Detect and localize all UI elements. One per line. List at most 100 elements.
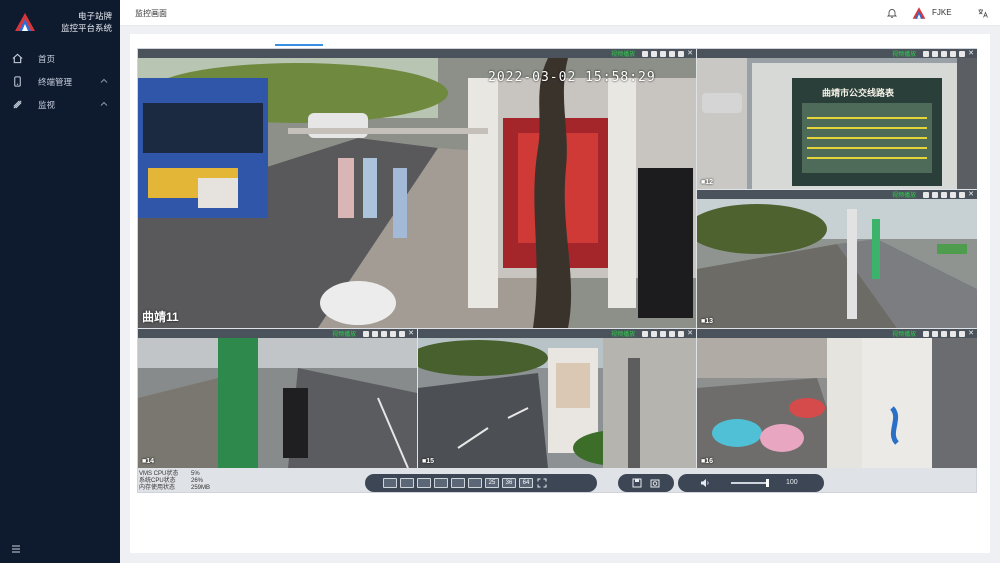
fullscreen-icon[interactable] <box>536 477 548 489</box>
live-status: 视频播放 <box>892 52 917 58</box>
talk-icon[interactable] <box>950 330 957 337</box>
video-tile-4[interactable]: 视频播放 ✕ ■14 <box>138 329 417 468</box>
stat-row: 系统CPU状态 26% <box>139 478 210 485</box>
ptz-icon[interactable] <box>678 50 685 57</box>
brand-title: 电子站牌 监控平台系统 <box>52 10 112 34</box>
live-status: 视频播放 <box>332 332 357 338</box>
snapshot-icon[interactable] <box>651 330 658 337</box>
stat-row: VMS CPU状态 5% <box>139 471 210 478</box>
ptz-icon[interactable] <box>959 330 966 337</box>
video-tile-5[interactable]: 视频播放 ✕ ■15 <box>418 329 696 468</box>
capture-toolbar <box>618 474 674 492</box>
audio-icon[interactable] <box>941 50 948 57</box>
record-icon[interactable] <box>923 330 930 337</box>
ptz-icon[interactable] <box>959 50 966 57</box>
record-icon[interactable] <box>923 191 930 198</box>
talk-icon[interactable] <box>669 330 676 337</box>
save-icon[interactable] <box>631 477 643 489</box>
language-icon[interactable] <box>977 7 989 19</box>
layout-16-button[interactable] <box>468 478 482 488</box>
layout-9-button[interactable] <box>451 478 465 488</box>
close-icon[interactable]: ✕ <box>968 191 974 198</box>
layout-6-button[interactable] <box>417 478 431 488</box>
ptz-icon[interactable] <box>959 191 966 198</box>
sidebar-item-home[interactable]: 首页 <box>0 47 120 70</box>
tile-channel-label: ■16 <box>701 458 714 465</box>
talk-icon[interactable] <box>950 50 957 57</box>
main-content: 视频播放 ✕ 2022-03-02 15:58:29 曲靖11 视频播放 ✕ 曲… <box>130 34 990 553</box>
volume-slider-thumb[interactable] <box>766 479 769 487</box>
layout-4-button[interactable] <box>400 478 414 488</box>
video-timestamp: 2022-03-02 15:58:29 <box>488 70 656 85</box>
tile-toolbar: 视频播放 ✕ <box>418 329 696 338</box>
video-tile-3[interactable]: 视频播放 ✕ ■13 <box>697 190 977 328</box>
brand-title-line2: 监控平台系统 <box>60 22 112 33</box>
snapshot-icon[interactable] <box>932 330 939 337</box>
layout-36-button[interactable]: 36 <box>502 478 516 488</box>
audio-icon[interactable] <box>660 50 667 57</box>
close-icon[interactable]: ✕ <box>968 330 974 337</box>
sidebar-item-monitor[interactable]: 监视 <box>0 93 120 116</box>
audio-icon[interactable] <box>381 330 388 337</box>
top-header: 监控画面 FJKE <box>120 0 1000 26</box>
stat-value: 26% <box>191 478 204 484</box>
audio-icon[interactable] <box>660 330 667 337</box>
audio-icon[interactable] <box>941 191 948 198</box>
sidebar-item-label: 终端管理 <box>38 76 73 87</box>
tile-channel-label: ■12 <box>701 179 714 186</box>
chevron-up-icon[interactable] <box>100 100 108 108</box>
snapshot-icon[interactable] <box>651 50 658 57</box>
stat-row: 内存使用状态 259MB <box>139 485 210 492</box>
talk-icon[interactable] <box>950 191 957 198</box>
snapshot-icon[interactable] <box>932 50 939 57</box>
close-icon[interactable]: ✕ <box>687 50 693 57</box>
snapshot-icon[interactable] <box>932 191 939 198</box>
video-tile-6[interactable]: 视频播放 ✕ ■16 <box>697 329 977 468</box>
video-tile-1[interactable]: 视频播放 ✕ 2022-03-02 15:58:29 曲靖11 <box>138 49 696 328</box>
tile-toolbar: 视频播放 ✕ <box>697 190 977 199</box>
stat-value: 5% <box>191 471 200 477</box>
layout-1-button[interactable] <box>383 478 397 488</box>
close-icon[interactable]: ✕ <box>968 50 974 57</box>
active-tab-indicator <box>275 44 323 46</box>
sidebar-item-label: 监视 <box>38 99 56 110</box>
tile-toolbar: 视频播放 ✕ <box>697 329 977 338</box>
layout-25-button[interactable]: 25 <box>485 478 499 488</box>
close-icon[interactable]: ✕ <box>408 330 414 337</box>
talk-icon[interactable] <box>669 50 676 57</box>
record-icon[interactable] <box>923 50 930 57</box>
snapshot-icon[interactable] <box>372 330 379 337</box>
stat-value: 259MB <box>191 485 211 491</box>
audio-icon[interactable] <box>941 330 948 337</box>
user-name[interactable]: FJKE <box>932 8 952 17</box>
system-stats: VMS CPU状态 5% 系统CPU状态 26% 内存使用状态 259MB <box>139 471 210 492</box>
ptz-icon[interactable] <box>399 330 406 337</box>
speaker-icon[interactable] <box>700 478 710 488</box>
record-icon[interactable] <box>642 330 649 337</box>
ptz-icon[interactable] <box>678 330 685 337</box>
close-icon[interactable]: ✕ <box>687 330 693 337</box>
menu-collapse-icon[interactable] <box>11 544 21 554</box>
layout-8-button[interactable] <box>434 478 448 488</box>
chevron-up-icon[interactable] <box>100 77 108 85</box>
sidebar: 电子站牌 监控平台系统 首页 终端管理 监视 <box>0 0 120 563</box>
tile-channel-label: ■14 <box>142 458 155 465</box>
layout-64-button[interactable]: 64 <box>519 478 533 488</box>
video-tile-2[interactable]: 视频播放 ✕ 曲靖市公交线路表 ■12 <box>697 49 977 189</box>
user-avatar-icon[interactable] <box>912 6 926 20</box>
phone-icon <box>11 76 23 88</box>
camera-icon[interactable] <box>649 477 661 489</box>
volume-slider[interactable] <box>731 482 767 484</box>
video-grid: 视频播放 ✕ 2022-03-02 15:58:29 曲靖11 视频播放 ✕ 曲… <box>137 48 977 493</box>
brand-title-line1: 电子站牌 <box>77 10 112 21</box>
tile-channel-label: ■15 <box>422 458 435 465</box>
tile-toolbar: 视频播放 ✕ <box>697 49 977 58</box>
bus-route-sign-text: 曲靖市公交线路表 <box>822 88 895 98</box>
record-icon[interactable] <box>363 330 370 337</box>
sidebar-item-terminal-management[interactable]: 终端管理 <box>0 70 120 93</box>
video-feed: 曲靖市公交线路表 ■12 <box>697 58 977 189</box>
bell-icon[interactable] <box>886 7 898 19</box>
talk-icon[interactable] <box>390 330 397 337</box>
video-feed: ■13 <box>697 199 977 328</box>
record-icon[interactable] <box>642 50 649 57</box>
